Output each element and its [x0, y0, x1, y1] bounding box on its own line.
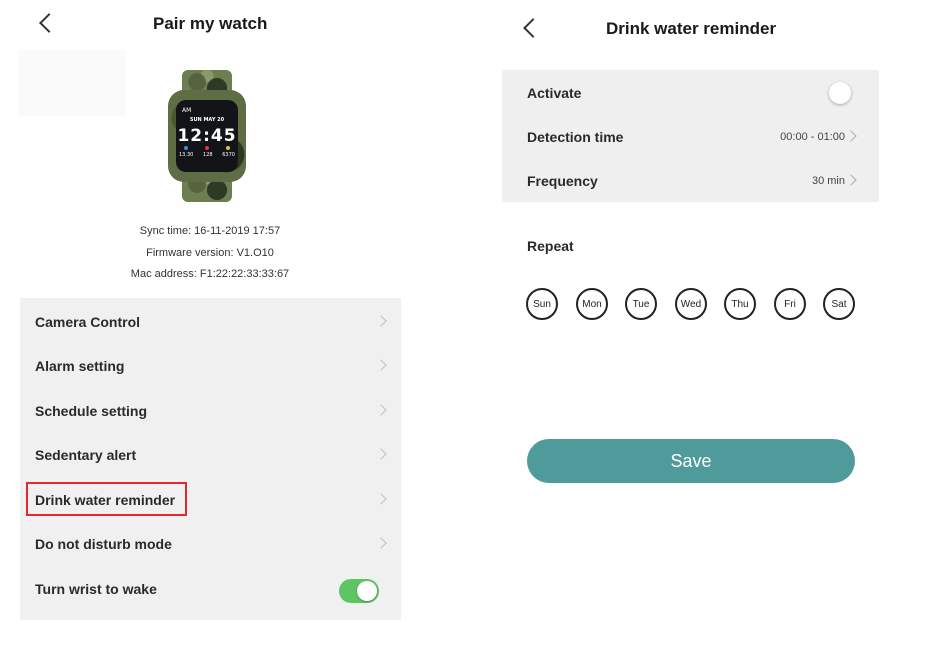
- chevron-right-icon: [375, 315, 387, 327]
- chevron-right-icon: [375, 537, 387, 549]
- watch-image: AM SUN MAY 20 12:45 13.30 128 6370: [168, 70, 246, 202]
- activate-label: Activate: [527, 85, 582, 101]
- watch-am: AM: [182, 107, 192, 114]
- menu-item-label: Turn wrist to wake: [35, 581, 157, 597]
- frequency-value: 30 min: [811, 175, 845, 187]
- menu-item-camera-control[interactable]: Camera Control: [20, 299, 401, 343]
- distance-icon: [184, 146, 188, 150]
- day-sun[interactable]: Sun: [526, 288, 558, 320]
- chevron-right-icon: [845, 130, 857, 142]
- menu-item-alarm-setting[interactable]: Alarm setting: [20, 343, 401, 387]
- frequency-row[interactable]: Frequency 30 min: [502, 158, 879, 202]
- placeholder-area: [18, 50, 126, 116]
- menu-item-label: Drink water reminder: [35, 492, 176, 508]
- menu-item-label: Schedule setting: [35, 403, 148, 419]
- watch-stat-steps: 6370: [222, 152, 235, 158]
- day-thu[interactable]: Thu: [724, 288, 756, 320]
- back-arrow-icon[interactable]: [523, 18, 543, 38]
- firmware-version: Firmware version: V1.O10: [146, 247, 274, 259]
- turn-wrist-toggle[interactable]: [339, 579, 379, 603]
- sync-time: Sync time: 16-11-2019 17:57: [139, 225, 281, 237]
- watch-time: 12:45: [177, 126, 237, 146]
- steps-icon: [226, 146, 230, 150]
- chevron-right-icon: [375, 448, 387, 460]
- page-title: Pair my watch: [153, 14, 268, 33]
- day-mon[interactable]: Mon: [576, 288, 608, 320]
- activate-row: Activate: [502, 70, 879, 114]
- settings-menu: Camera Control Alarm setting Schedule se…: [20, 298, 401, 620]
- menu-item-label: Alarm setting: [35, 358, 125, 374]
- reminder-settings-panel: Activate Detection time 00:00 - 01:00 Fr…: [502, 70, 879, 202]
- menu-item-label: Do not disturb mode: [35, 536, 172, 552]
- menu-item-schedule-setting[interactable]: Schedule setting: [20, 388, 401, 432]
- chevron-right-icon: [375, 359, 387, 371]
- activate-toggle[interactable]: [829, 82, 851, 104]
- repeat-label: Repeat: [527, 238, 574, 254]
- menu-item-turn-wrist-to-wake: Turn wrist to wake: [20, 566, 401, 610]
- menu-item-label: Sedentary alert: [35, 447, 137, 463]
- menu-item-sedentary-alert[interactable]: Sedentary alert: [20, 432, 401, 476]
- watch-stats: 13.30 128 6370: [179, 152, 235, 158]
- menu-item-label: Camera Control: [35, 314, 141, 330]
- page-title: Drink water reminder: [606, 19, 777, 38]
- watch-stat-icons: [184, 146, 230, 150]
- watch-case: AM SUN MAY 20 12:45 13.30 128 6370: [168, 90, 246, 182]
- mac-address: Mac address: F1:22:22:33:33:67: [130, 268, 290, 280]
- chevron-right-icon: [845, 174, 857, 186]
- detection-time-row[interactable]: Detection time 00:00 - 01:00: [502, 114, 879, 158]
- heart-icon: [205, 146, 209, 150]
- chevron-right-icon: [375, 493, 387, 505]
- day-sat[interactable]: Sat: [823, 288, 855, 320]
- menu-item-do-not-disturb[interactable]: Do not disturb mode: [20, 521, 401, 565]
- watch-stat-heart: 128: [203, 152, 213, 158]
- save-button[interactable]: Save: [527, 439, 855, 483]
- detection-time-label: Detection time: [527, 129, 624, 145]
- repeat-days: Sun Mon Tue Wed Thu Fri Sat: [526, 288, 856, 320]
- day-wed[interactable]: Wed: [675, 288, 707, 320]
- frequency-label: Frequency: [527, 173, 598, 189]
- day-tue[interactable]: Tue: [625, 288, 657, 320]
- watch-stat-distance: 13.30: [179, 152, 194, 158]
- detection-time-value: 00:00 - 01:00: [780, 131, 845, 143]
- chevron-right-icon: [375, 404, 387, 416]
- day-fri[interactable]: Fri: [774, 288, 806, 320]
- watch-date: SUN MAY 20: [189, 117, 225, 123]
- watch-screen: AM SUN MAY 20 12:45 13.30 128 6370: [176, 100, 238, 172]
- back-arrow-icon[interactable]: [39, 13, 59, 33]
- toggle-knob: [357, 581, 377, 601]
- menu-item-drink-water-reminder[interactable]: Drink water reminder: [20, 477, 401, 521]
